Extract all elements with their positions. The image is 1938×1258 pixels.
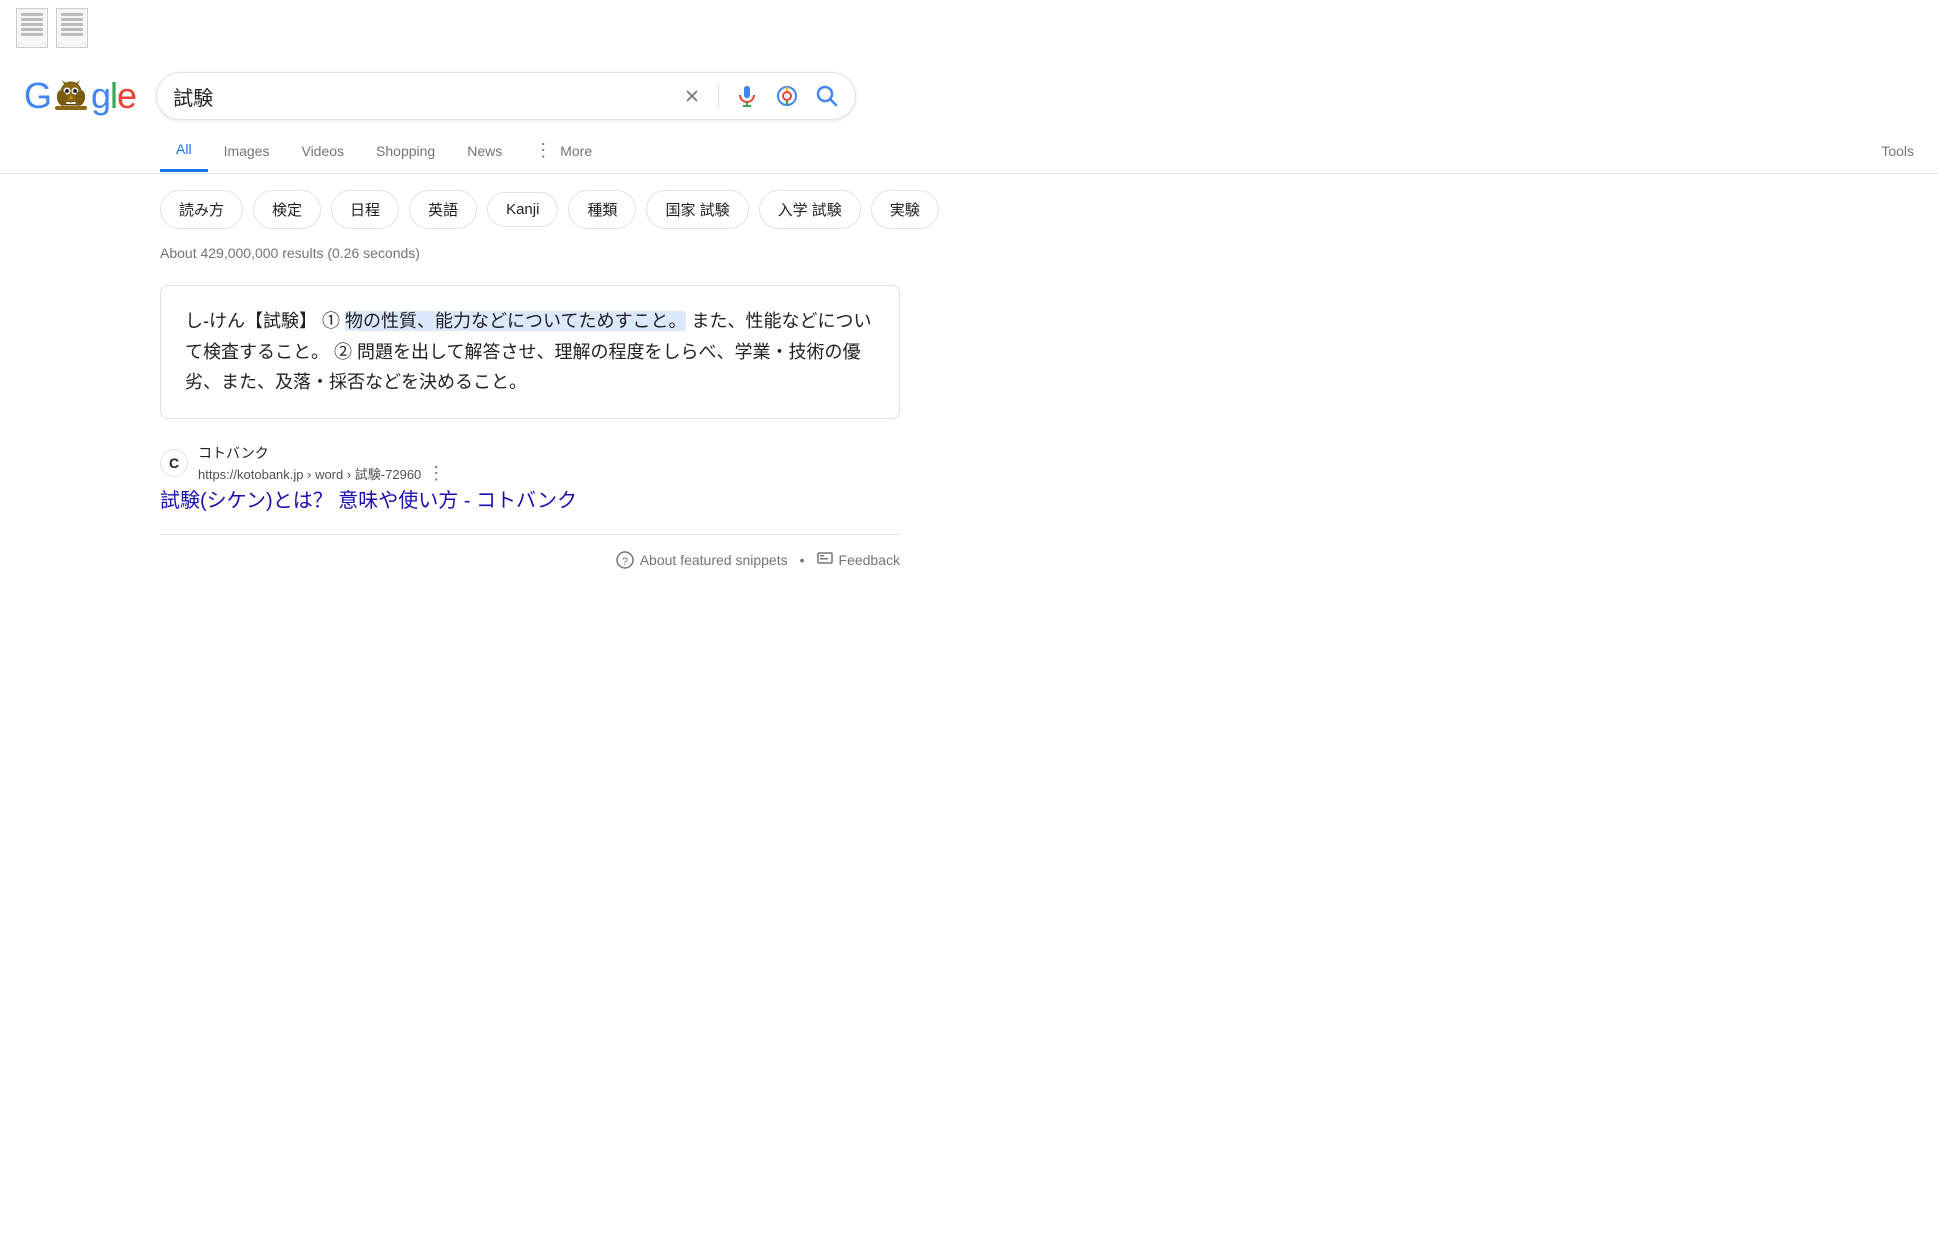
chip-eigo[interactable]: 英語 (409, 190, 477, 229)
chip-shurui[interactable]: 種類 (568, 190, 636, 229)
decorative-doc-1 (16, 8, 48, 48)
chip-nittei[interactable]: 日程 (331, 190, 399, 229)
question-circle-icon: ? (616, 551, 634, 569)
voice-search-button[interactable] (735, 84, 759, 108)
tab-more[interactable]: ⋮ More (518, 128, 608, 173)
result-url: https://kotobank.jp › word › 試験-72960 (198, 464, 421, 483)
chip-nyugaku[interactable]: 入学 試験 (759, 190, 861, 229)
feedback-icon (817, 552, 833, 568)
svg-text:?: ? (622, 556, 628, 568)
search-input[interactable]: 試験 (173, 82, 670, 111)
more-dots-icon: ⋮ (534, 140, 554, 161)
about-snippets-button[interactable]: ? About featured snippets (616, 551, 788, 569)
tab-shopping[interactable]: Shopping (360, 131, 451, 171)
feedback-label: Feedback (839, 552, 900, 568)
chip-yomikata[interactable]: 読み方 (160, 190, 243, 229)
tab-videos[interactable]: Videos (285, 131, 360, 171)
chip-kanji[interactable]: Kanji (487, 192, 558, 227)
logo-letter-l: l (110, 75, 117, 117)
result-title[interactable]: 試験(シケン)とは？ 意味や使い方 - コトバンク (160, 490, 577, 512)
search-bar[interactable]: 試験 (156, 72, 856, 120)
result-source-row: C コトバンク https://kotobank.jp › word › 試験-… (160, 443, 900, 484)
result-entry: C コトバンク https://kotobank.jp › word › 試験-… (160, 443, 900, 514)
logo-letter-e: e (117, 75, 136, 117)
result-source-info: コトバンク https://kotobank.jp › word › 試験-72… (198, 443, 445, 484)
featured-snippet: し‐けん【試験】 ① 物の性質、能力などについてためすこと。 また、性能などにつ… (160, 285, 900, 419)
chip-jikken[interactable]: 実験 (871, 190, 939, 229)
result-url-row: https://kotobank.jp › word › 試験-72960 ⋮ (198, 463, 445, 484)
result-site-name: コトバンク (198, 443, 445, 463)
tab-news[interactable]: News (451, 131, 518, 171)
logo-decoration (53, 78, 89, 114)
results-area: About 429,000,000 results (0.26 seconds)… (0, 245, 1938, 569)
search-nav: All Images Videos Shopping News ⋮ More T… (0, 128, 1938, 174)
chip-kentei[interactable]: 検定 (253, 190, 321, 229)
footer-dot: • (800, 552, 805, 568)
search-submit-button[interactable] (815, 84, 839, 108)
chip-kokka[interactable]: 国家 試験 (646, 190, 748, 229)
clear-button[interactable] (682, 86, 702, 106)
search-divider (718, 84, 719, 108)
search-icons (682, 84, 839, 108)
refinement-chips: 読み方 検定 日程 英語 Kanji 種類 国家 試験 入学 試験 実験 (0, 174, 1938, 245)
feedback-button[interactable]: Feedback (817, 552, 900, 568)
header: G (0, 56, 1938, 120)
snippet-highlighted-text: 物の性質、能力などについてためすこと。 (345, 311, 686, 331)
result-more-button[interactable]: ⋮ (427, 463, 445, 484)
google-logo[interactable]: G (24, 75, 136, 117)
results-count: About 429,000,000 results (0.26 seconds) (160, 245, 1778, 261)
tab-tools[interactable]: Tools (1865, 131, 1938, 171)
lens-button[interactable] (775, 84, 799, 108)
tab-all[interactable]: All (160, 129, 208, 172)
result-favicon: C (160, 449, 188, 477)
logo-letter-g: G (24, 75, 51, 117)
decorative-doc-2 (56, 8, 88, 48)
tab-images[interactable]: Images (208, 131, 286, 171)
snippet-text-before: し‐けん【試験】 ① (185, 311, 345, 331)
snippet-footer: ? About featured snippets • Feedback (160, 534, 900, 569)
about-snippets-label: About featured snippets (640, 552, 788, 568)
logo-letter-g2: g (91, 75, 110, 117)
